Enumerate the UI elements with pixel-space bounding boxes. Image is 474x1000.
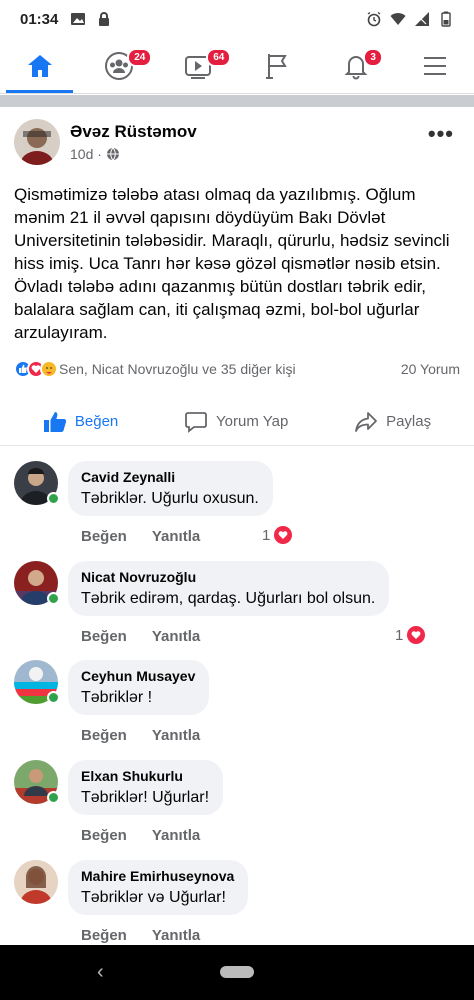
comment-like-button[interactable]: Beğen bbox=[81, 827, 127, 844]
flag-icon bbox=[265, 53, 287, 79]
comment-reply-button[interactable]: Yanıtla bbox=[152, 727, 200, 744]
like-button[interactable]: Beğen bbox=[43, 411, 118, 433]
thumbs-up-icon bbox=[43, 411, 67, 432]
comment-bubble[interactable]: Mahire Emirhuseynova Təbriklər və Uğurla… bbox=[68, 860, 249, 915]
comment-reaction-count: 1 bbox=[395, 626, 404, 644]
comment-icon bbox=[185, 411, 207, 433]
comment-text: Təbrik edirəm, qardaş. Uğurları bol olsu… bbox=[81, 590, 376, 607]
online-indicator bbox=[47, 791, 60, 804]
system-navigation-bar: ‹ bbox=[0, 945, 474, 1000]
like-label: Beğen bbox=[74, 413, 119, 430]
groups-badge: 24 bbox=[127, 48, 153, 67]
post-time[interactable]: 10d · bbox=[70, 146, 102, 162]
tab-pages[interactable] bbox=[237, 38, 316, 93]
comment-bubble[interactable]: Cavid Zeynalli Təbriklər. Uğurlu oxusun. bbox=[68, 461, 273, 516]
post-author[interactable]: Əvəz Rüstəmov bbox=[70, 122, 197, 142]
online-indicator bbox=[47, 691, 60, 704]
tab-home[interactable] bbox=[0, 38, 79, 93]
comment-label: Yorum Yap bbox=[216, 413, 289, 430]
lock-icon bbox=[99, 12, 110, 26]
comments-count[interactable]: 20 Yorum bbox=[401, 361, 460, 377]
reactions-text: Sen, Nicat Novruzoğlu ve 35 diğer kişi bbox=[59, 361, 296, 377]
comment-reaction-count: 1 bbox=[262, 526, 271, 544]
post-header: Əvəz Rüstəmov 10d · ••• bbox=[0, 107, 474, 177]
comment-like-button[interactable]: Beğen bbox=[81, 927, 127, 944]
commenter-name[interactable]: Cavid Zeynalli bbox=[81, 469, 259, 485]
tab-watch[interactable]: 64 bbox=[158, 38, 237, 93]
comment-like-button[interactable]: Beğen bbox=[81, 628, 127, 645]
comment-like-button[interactable]: Beğen bbox=[81, 727, 127, 744]
comment-like-button[interactable]: Beğen bbox=[81, 528, 127, 545]
comment-reactions[interactable]: 1 bbox=[262, 526, 293, 544]
heart-icon bbox=[407, 626, 426, 644]
comment-text: Təbriklər! Uğurlar! bbox=[81, 789, 210, 806]
tab-groups[interactable]: 24 bbox=[79, 38, 158, 93]
globe-icon bbox=[106, 147, 119, 161]
comment-reactions[interactable]: 1 bbox=[395, 626, 426, 644]
comment-text: Təbriklər. Uğurlu oxusun. bbox=[81, 490, 259, 507]
home-pill[interactable] bbox=[220, 966, 254, 978]
notifications-badge: 3 bbox=[363, 48, 383, 67]
home-icon bbox=[27, 54, 52, 77]
heart-icon bbox=[274, 526, 293, 544]
feed-separator bbox=[0, 95, 474, 107]
alarm-icon bbox=[367, 11, 381, 27]
back-icon[interactable]: ‹ bbox=[97, 961, 104, 984]
status-time: 01:34 bbox=[20, 10, 59, 28]
post-actions: Beğen Yorum Yap Paylaş bbox=[0, 398, 474, 446]
menu-icon bbox=[423, 56, 446, 75]
tab-notifications[interactable]: 3 bbox=[316, 38, 395, 93]
commenter-name[interactable]: Elxan Shukurlu bbox=[81, 768, 209, 784]
comment-reply-button[interactable]: Yanıtla bbox=[152, 528, 200, 545]
reactions-summary[interactable]: Sen, Nicat Novruzoğlu ve 35 diğer kişi 2… bbox=[0, 352, 474, 386]
watch-badge: 64 bbox=[206, 48, 232, 67]
commenter-name[interactable]: Nicat Novruzoğlu bbox=[81, 569, 375, 585]
battery-icon bbox=[441, 11, 451, 27]
author-avatar[interactable] bbox=[14, 119, 60, 165]
post: Əvəz Rüstəmov 10d · ••• Qismətimizə tələ… bbox=[0, 107, 474, 446]
post-text: Qismətimizə tələbə atası olmaq da yazılı… bbox=[14, 185, 450, 342]
online-indicator bbox=[47, 492, 60, 505]
top-navigation: 24 64 3 bbox=[0, 38, 474, 94]
wifi-icon bbox=[390, 13, 406, 25]
status-bar: 01:34 bbox=[0, 0, 474, 38]
tab-menu[interactable] bbox=[395, 38, 474, 93]
comment-bubble[interactable]: Ceyhun Musayev Təbriklər ! bbox=[68, 660, 210, 715]
comment-reply-button[interactable]: Yanıtla bbox=[152, 628, 200, 645]
share-button[interactable]: Paylaş bbox=[354, 411, 431, 433]
commenter-name[interactable]: Ceyhun Musayev bbox=[81, 668, 195, 684]
comment-bubble[interactable]: Elxan Shukurlu Təbriklər! Uğurlar! bbox=[68, 760, 224, 815]
care-reaction-icon bbox=[40, 360, 58, 378]
share-label: Paylaş bbox=[386, 413, 432, 430]
comment-bubble[interactable]: Nicat Novruzoğlu Təbrik edirəm, qardaş. … bbox=[68, 561, 390, 616]
share-icon bbox=[355, 411, 377, 432]
comment-reply-button[interactable]: Yanıtla bbox=[152, 827, 200, 844]
online-indicator bbox=[47, 592, 60, 605]
signal-icon bbox=[415, 12, 429, 26]
comment-reply-button[interactable]: Yanıtla bbox=[152, 927, 200, 944]
commenter-name[interactable]: Mahire Emirhuseynova bbox=[81, 868, 234, 884]
commenter-avatar[interactable] bbox=[14, 860, 58, 904]
comment-button[interactable]: Yorum Yap bbox=[184, 410, 288, 434]
comment-text: Təbriklər və Uğurlar! bbox=[81, 889, 226, 906]
gallery-icon bbox=[71, 13, 86, 25]
more-options-icon[interactable]: ••• bbox=[428, 121, 454, 147]
comment-text: Təbriklər ! bbox=[81, 689, 153, 706]
